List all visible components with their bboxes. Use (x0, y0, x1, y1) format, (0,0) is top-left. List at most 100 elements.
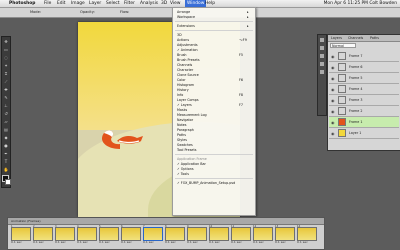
layer-row[interactable]: ◉ Frame 3 (329, 95, 399, 106)
eraser-tool-icon[interactable]: ▱ (3, 120, 9, 124)
menu-select[interactable]: Select (106, 0, 120, 7)
eye-icon[interactable]: ◉ (331, 76, 336, 81)
layer-row[interactable]: ◉ Frame 4 (329, 84, 399, 95)
animation-frame[interactable]: 12 0.1 sec (253, 225, 273, 244)
frame-delay[interactable]: 0.1 sec (143, 240, 154, 244)
menu-item-layer-comps[interactable]: Layer Comps (177, 98, 199, 102)
stamp-tool-icon[interactable]: ⊥ (3, 104, 9, 108)
menu-filter[interactable]: Filter (124, 0, 135, 7)
tab-channels[interactable]: Channels (348, 35, 363, 41)
frame-delay[interactable]: 0.1 sec (11, 240, 22, 244)
magic-wand-tool-icon[interactable]: ✦ (3, 64, 9, 68)
frame-delay[interactable]: 0.1 sec (55, 240, 66, 244)
layer-row[interactable]: ◉ Layer 1 (329, 128, 399, 139)
menu-item-character[interactable]: Character (177, 68, 193, 72)
animation-frame[interactable]: 8 0.1 sec (165, 225, 185, 244)
menu-item-measurement-log[interactable]: Measurement Log (177, 113, 207, 117)
eye-icon[interactable]: ◉ (331, 131, 336, 136)
eye-icon[interactable]: ◉ (331, 109, 336, 114)
blend-mode-select[interactable]: Normal (330, 43, 356, 48)
layer-row[interactable]: ◉ Frame 2 (329, 106, 399, 117)
tab-paths[interactable]: Paths (370, 35, 379, 41)
panel-icon[interactable] (320, 54, 324, 58)
eye-icon[interactable]: ◉ (331, 98, 336, 103)
menu-item-histogram[interactable]: Histogram (177, 83, 194, 87)
menu-item-open-document[interactable]: ✓ FOX_BUMP_Animation_Setup.psd (177, 181, 235, 185)
menu-file[interactable]: File (44, 0, 51, 7)
hand-tool-icon[interactable]: ✋ (3, 168, 9, 172)
eye-icon[interactable]: ◉ (331, 65, 336, 70)
frame-delay[interactable]: 0.1 sec (209, 240, 220, 244)
layer-row-selected[interactable]: ◉ Frame 1 (329, 117, 399, 128)
frame-delay[interactable]: 0.1 sec (231, 240, 242, 244)
menu-image[interactable]: Image (71, 0, 85, 7)
marquee-tool-icon[interactable]: ▭ (3, 48, 9, 52)
panel-icon[interactable] (320, 62, 324, 66)
menu-item-extensions[interactable]: Extensions ▸ (177, 24, 249, 28)
gradient-tool-icon[interactable]: ▤ (3, 128, 9, 132)
menu-item-layers[interactable]: ✓ Layers F7 (177, 103, 243, 107)
menu-layer[interactable]: Layer (89, 0, 101, 7)
healing-tool-icon[interactable]: ✚ (3, 88, 9, 92)
frame-delay[interactable]: 0.1 sec (121, 240, 132, 244)
menu-item-channels[interactable]: Channels (177, 63, 192, 67)
eye-icon[interactable]: ◉ (331, 54, 336, 59)
pen-tool-icon[interactable]: ✒ (3, 152, 9, 156)
lasso-tool-icon[interactable]: ◌ (3, 56, 9, 60)
layer-row[interactable]: ◉ Frame 6 (329, 62, 399, 73)
eyedropper-tool-icon[interactable]: ⟋ (3, 80, 9, 84)
menu-window[interactable]: Window (185, 0, 207, 7)
animation-frame[interactable]: 9 0.1 sec (187, 225, 207, 244)
brush-tool-icon[interactable]: ✎ (3, 96, 9, 100)
menu-item-color[interactable]: Color F6 (177, 78, 243, 82)
animation-frame[interactable]: 10 0.1 sec (209, 225, 229, 244)
menu-item-info[interactable]: Info F8 (177, 93, 243, 97)
history-brush-tool-icon[interactable]: ↺ (3, 112, 9, 116)
menu-item-paths[interactable]: Paths (177, 133, 186, 137)
menu-item-clone-source[interactable]: Clone Source (177, 73, 199, 77)
menu-help[interactable]: Help (205, 0, 215, 7)
animation-frame[interactable]: 1 0.1 sec (11, 225, 31, 244)
panel-icon[interactable] (320, 38, 324, 42)
type-tool-icon[interactable]: T (3, 160, 9, 164)
menu-item-animation[interactable]: ✓ Animation (177, 48, 198, 52)
animation-frame[interactable]: 5 0.1 sec (99, 225, 119, 244)
background-color-swatch[interactable] (5, 179, 11, 185)
menu-edit[interactable]: Edit (57, 0, 66, 7)
frame-delay[interactable]: 0.1 sec (275, 240, 286, 244)
animation-frame[interactable]: 11 0.1 sec (231, 225, 251, 244)
menu-item-notes[interactable]: Notes (177, 123, 187, 127)
menu-item-paragraph[interactable]: Paragraph (177, 128, 194, 132)
menu-item-brush[interactable]: Brush F5 (177, 53, 243, 57)
tab-layers[interactable]: Layers (331, 35, 342, 41)
frame-delay[interactable]: 0.1 sec (99, 240, 110, 244)
menu-item-options[interactable]: ✓ Options (177, 167, 194, 171)
frame-delay[interactable]: 0.1 sec (77, 240, 88, 244)
menu-item-navigator[interactable]: Navigator (177, 118, 193, 122)
panel-icon[interactable] (320, 70, 324, 74)
animation-frame[interactable]: 4 0.1 sec (77, 225, 97, 244)
layer-row[interactable]: ◉ Frame 5 (329, 73, 399, 84)
menu-3d[interactable]: 3D (161, 0, 167, 7)
menu-view[interactable]: View (170, 0, 180, 7)
frame-delay[interactable]: 0.1 sec (165, 240, 176, 244)
menu-item-actions[interactable]: Actions ⌥F9 (177, 38, 247, 42)
app-name-menu[interactable]: Photoshop (9, 0, 35, 7)
menu-item-tools[interactable]: ✓ Tools (177, 172, 189, 176)
menu-item-styles[interactable]: Styles (177, 138, 187, 142)
menu-item-workspace[interactable]: Workspace ▸ (177, 15, 249, 19)
animation-frame[interactable]: 14 0.1 sec (297, 225, 317, 244)
eye-icon[interactable]: ◉ (331, 87, 336, 92)
menu-item-brush-presets[interactable]: Brush Presets (177, 58, 200, 62)
menu-item-adjustments[interactable]: Adjustments (177, 43, 198, 47)
menu-item-arrange[interactable]: Arrange ▸ (177, 10, 249, 14)
menu-item-swatches[interactable]: Swatches (177, 143, 193, 147)
menu-item-masks[interactable]: Masks (177, 108, 187, 112)
crop-tool-icon[interactable]: ⌗ (3, 72, 9, 76)
animation-frame[interactable]: 3 0.1 sec (55, 225, 75, 244)
move-tool-icon[interactable]: ✥ (3, 40, 9, 44)
animation-frame[interactable]: 2 0.1 sec (33, 225, 53, 244)
animation-frame-selected[interactable]: 7 0.1 sec (143, 225, 163, 244)
frame-delay[interactable]: 0.1 sec (33, 240, 44, 244)
panel-icon[interactable] (320, 46, 324, 50)
